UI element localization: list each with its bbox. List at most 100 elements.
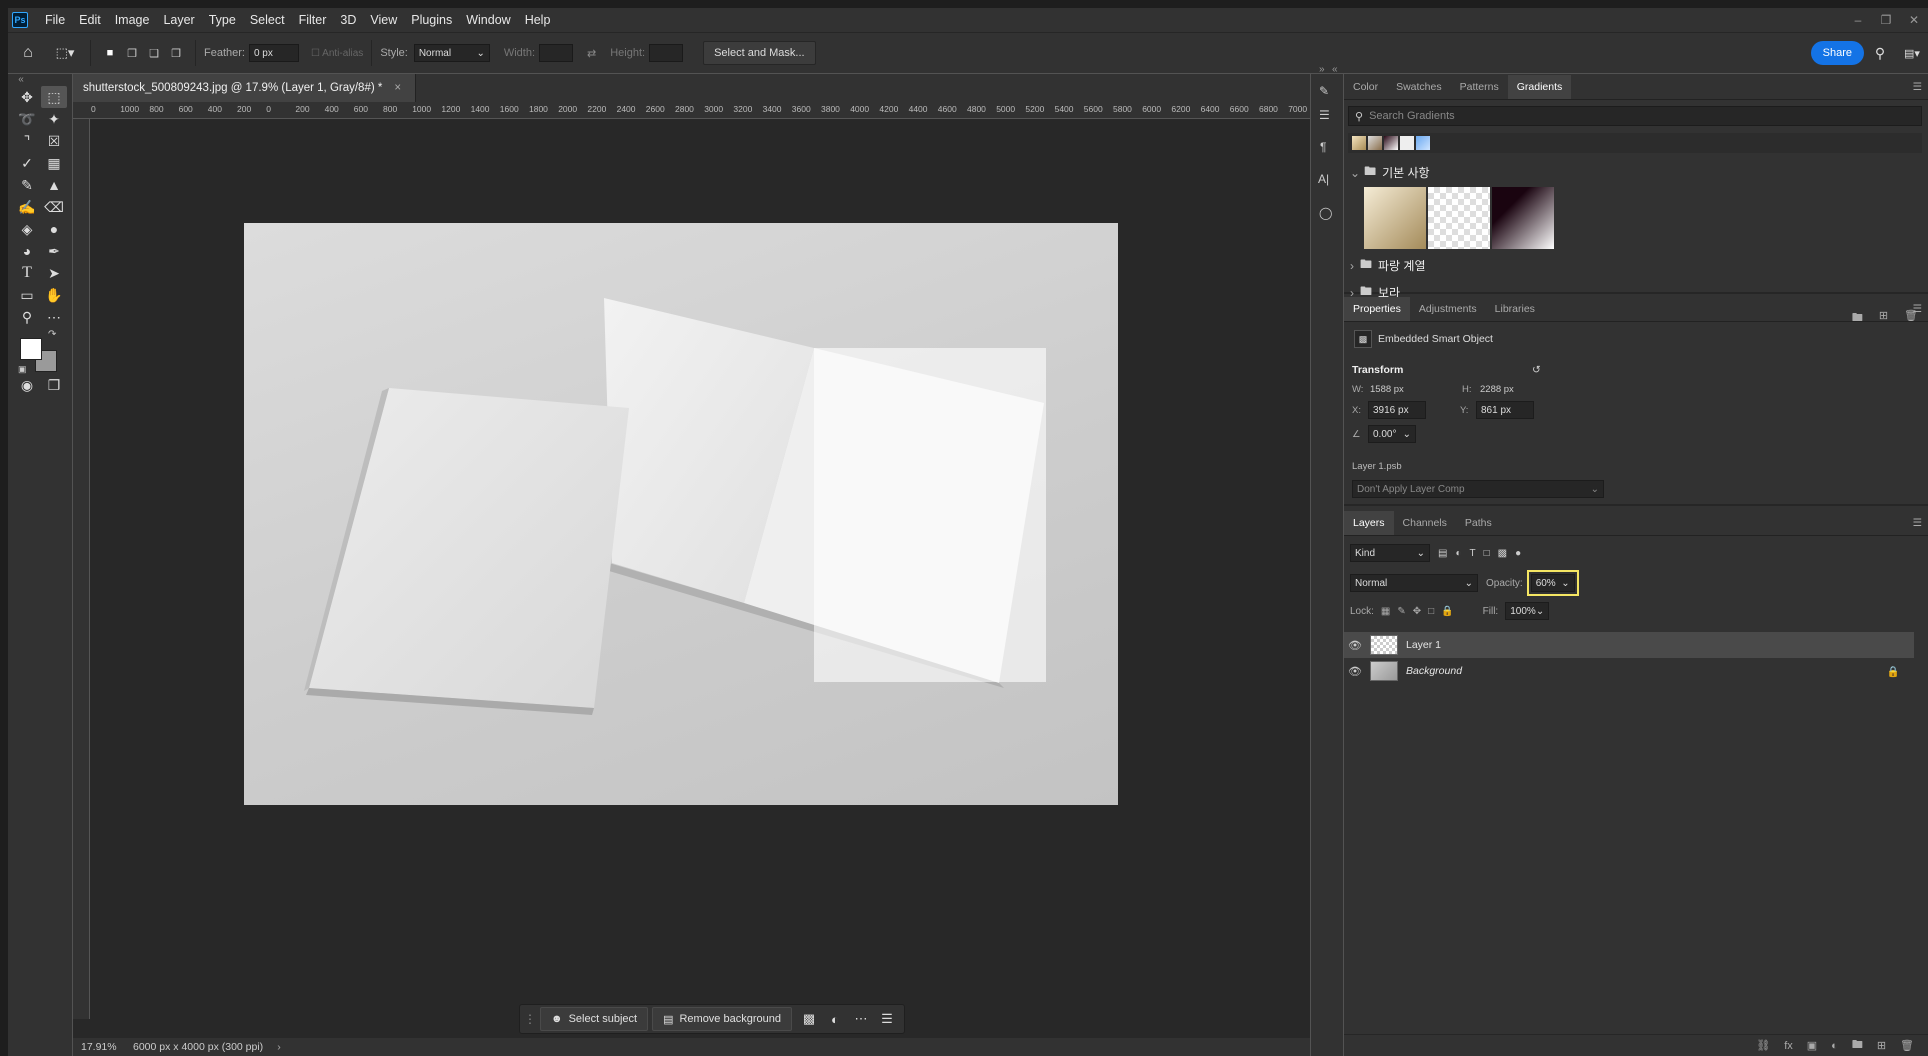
menu-window[interactable]: Window	[459, 8, 517, 32]
frame-tool-icon[interactable]: ☒	[41, 130, 67, 152]
eraser-tool-icon[interactable]: ⌫	[41, 196, 67, 218]
h-value[interactable]: 2288 px	[1480, 384, 1514, 395]
adjustment-layer-icon[interactable]: ◐	[1831, 1040, 1838, 1052]
link-layers-icon[interactable]: ⛓	[1756, 1039, 1770, 1052]
new-selection-icon[interactable]: ■	[99, 47, 121, 59]
tab-properties[interactable]: Properties	[1344, 297, 1410, 321]
delete-layer-icon[interactable]: 🗑	[1900, 1039, 1914, 1052]
app-logo[interactable]: Ps	[12, 12, 28, 28]
angle-input[interactable]: 0.00° ⌄	[1368, 425, 1416, 443]
paint-bucket-icon[interactable]: ◈	[14, 218, 40, 240]
tab-color[interactable]: Color	[1344, 75, 1387, 99]
new-group-icon[interactable]: 🖿	[1852, 309, 1863, 328]
x-input[interactable]: 3916 px	[1368, 401, 1426, 419]
menu-filter[interactable]: Filter	[292, 8, 334, 32]
swap-colors-icon[interactable]: ↷	[48, 329, 56, 340]
type-tool-icon[interactable]: T	[14, 262, 40, 284]
workspace-icon[interactable]: ▤▾	[1896, 47, 1928, 60]
menu-select[interactable]: Select	[243, 8, 292, 32]
remove-background-button[interactable]: ▤ Remove background	[652, 1007, 792, 1031]
more-tools-icon[interactable]: ⋯	[41, 306, 67, 328]
menu-image[interactable]: Image	[108, 8, 157, 32]
close-icon[interactable]: ✕	[1900, 8, 1928, 32]
menu-3d[interactable]: 3D	[333, 8, 363, 32]
select-subject-button[interactable]: ☻ Select subject	[540, 1007, 649, 1031]
subtract-selection-icon[interactable]: ❑	[143, 47, 165, 60]
layer-comp-select[interactable]: Don't Apply Layer Comp ⌄	[1352, 480, 1604, 498]
new-group-icon[interactable]: 🖿	[1852, 1036, 1863, 1055]
menu-view[interactable]: View	[363, 8, 404, 32]
screen-mode-icon[interactable]: ❐	[41, 374, 67, 396]
more-options-icon[interactable]: ⋯	[848, 1007, 874, 1031]
intersect-selection-icon[interactable]: ❒	[165, 47, 187, 60]
gradient-swatch[interactable]	[1384, 136, 1398, 150]
settings-icon[interactable]: ☰	[874, 1007, 900, 1031]
lock-transparent-icon[interactable]: ▦	[1381, 606, 1390, 617]
gradient-group-basics[interactable]: ⌄ 🖿 기본 사항	[1350, 162, 1928, 183]
dodge-tool-icon[interactable]: ◕	[14, 240, 40, 262]
transform-icon[interactable]: ▩	[796, 1007, 822, 1031]
lasso-tool-icon[interactable]: ➰	[14, 108, 40, 130]
tab-swatches[interactable]: Swatches	[1387, 75, 1451, 99]
glyphs-icon[interactable]: ◯	[1319, 206, 1332, 220]
hand-tool-icon[interactable]: ✋	[41, 284, 67, 306]
menu-file[interactable]: File	[38, 8, 72, 32]
zoom-level[interactable]: 17.91%	[73, 1041, 127, 1053]
path-select-icon[interactable]: ➤	[41, 262, 67, 284]
tab-channels[interactable]: Channels	[1394, 511, 1456, 535]
eyedropper-icon[interactable]: ✓	[14, 152, 40, 174]
gradients-search[interactable]: ⚲ Search Gradients	[1348, 106, 1922, 126]
filter-toggle-icon[interactable]: ●	[1515, 548, 1521, 559]
marquee-tool-icon[interactable]: ⬚	[41, 86, 67, 108]
antialias-checkbox[interactable]: ☐ Anti-alias	[311, 48, 363, 59]
height-input[interactable]	[649, 44, 684, 62]
tab-libraries[interactable]: Libraries	[1486, 297, 1544, 321]
status-arrow-icon[interactable]: ›	[277, 1041, 281, 1053]
lock-pixels-icon[interactable]: ✎	[1397, 606, 1405, 617]
expand-panels-icon[interactable]: »	[1319, 64, 1325, 75]
menu-layer[interactable]: Layer	[156, 8, 201, 32]
history-brush-icon[interactable]: ✍	[14, 196, 40, 218]
layer-row-layer-1[interactable]: 👁 Layer 1	[1344, 632, 1914, 658]
menu-help[interactable]: Help	[518, 8, 558, 32]
add-selection-icon[interactable]: ❐	[121, 47, 143, 60]
gradient-swatch[interactable]	[1400, 136, 1414, 150]
collapse-right-icon[interactable]: «	[1332, 64, 1338, 75]
layer-row-background[interactable]: 👁 Background 🔒	[1344, 658, 1914, 684]
rectangle-tool-icon[interactable]: ▭	[14, 284, 40, 306]
visibility-eye-icon[interactable]: 👁	[1344, 665, 1366, 678]
drag-handle-icon[interactable]: ⋮	[524, 1012, 536, 1026]
pixel-filter-icon[interactable]: ▤	[1438, 548, 1447, 559]
marquee-preset-icon[interactable]: ⬚▾	[48, 45, 82, 61]
gradient-thumbnail[interactable]	[1364, 187, 1426, 249]
canvas-image[interactable]	[244, 223, 1118, 805]
swap-icon[interactable]: ⇄	[587, 47, 596, 60]
restore-icon[interactable]: ❐	[1872, 8, 1900, 32]
y-input[interactable]: 861 px	[1476, 401, 1534, 419]
panel-menu-icon[interactable]: ☰	[1913, 297, 1922, 321]
crop-tool-icon[interactable]: ⌝	[14, 130, 40, 152]
gradient-swatch[interactable]	[1352, 136, 1366, 150]
visibility-eye-icon[interactable]: 👁	[1344, 639, 1366, 652]
fill-input[interactable]: 100% ⌄	[1505, 602, 1550, 620]
opacity-input[interactable]: 60% ⌄	[1530, 574, 1575, 592]
w-value[interactable]: 1588 px	[1370, 384, 1462, 395]
pen-tool-icon[interactable]: ✒	[41, 240, 67, 262]
lock-all-icon[interactable]: 🔒	[1441, 606, 1453, 617]
lock-position-icon[interactable]: ✥	[1413, 606, 1421, 617]
document-tab[interactable]: shutterstock_500809243.jpg @ 17.9% (Laye…	[73, 74, 417, 102]
gradient-swatch[interactable]	[1368, 136, 1382, 150]
zoom-tool-icon[interactable]: ⚲	[14, 306, 40, 328]
reset-transform-icon[interactable]: ↺	[1532, 364, 1541, 376]
magic-wand-icon[interactable]: ✦	[41, 108, 67, 130]
gradient-swatch[interactable]	[1416, 136, 1430, 150]
gradient-thumbnail[interactable]	[1492, 187, 1554, 249]
menu-plugins[interactable]: Plugins	[404, 8, 459, 32]
close-tab-icon[interactable]: ×	[394, 82, 401, 94]
tab-adjustments[interactable]: Adjustments	[1410, 297, 1486, 321]
add-mask-icon[interactable]: ▣	[1807, 1039, 1817, 1052]
style-select[interactable]: Normal ⌄	[413, 44, 490, 62]
tab-patterns[interactable]: Patterns	[1451, 75, 1508, 99]
kind-filter-select[interactable]: Kind ⌄	[1350, 544, 1430, 562]
new-layer-icon[interactable]: ⊞	[1877, 1039, 1886, 1052]
